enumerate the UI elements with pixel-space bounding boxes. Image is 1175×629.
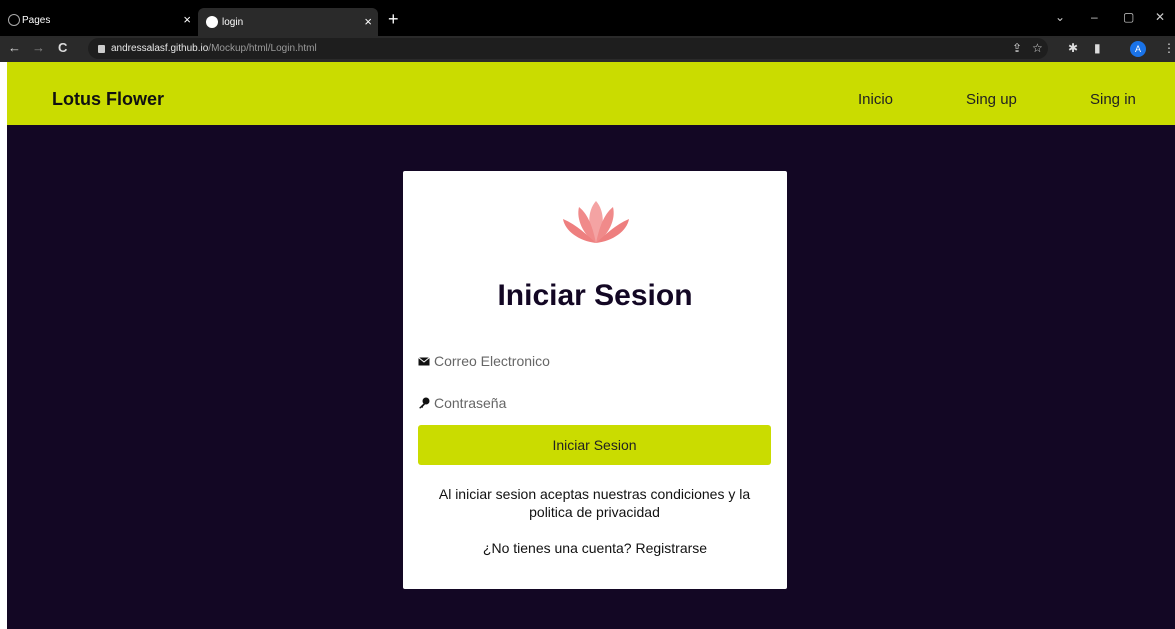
- close-tab-icon[interactable]: ×: [183, 12, 191, 27]
- login-submit-button[interactable]: Iniciar Sesion: [418, 425, 771, 465]
- tab-search-icon[interactable]: ⌄: [1055, 10, 1065, 24]
- site-navbar: Lotus Flower Inicio Sing up Sing in: [7, 62, 1175, 125]
- close-window-button[interactable]: ✕: [1155, 10, 1165, 24]
- reload-button[interactable]: C: [58, 40, 67, 55]
- register-link[interactable]: Registrarse: [635, 540, 707, 556]
- tab-title: Pages: [22, 14, 51, 26]
- key-icon: [419, 397, 430, 409]
- star-icon[interactable]: ☆: [1032, 41, 1043, 55]
- no-account-text: ¿No tienes una cuenta?: [482, 540, 632, 556]
- forward-button[interactable]: →: [32, 40, 45, 55]
- login-card: Iniciar Sesion Iniciar Sesion Al iniciar…: [403, 171, 787, 589]
- signup-prompt: ¿No tienes una cuenta? Registrarse: [403, 540, 787, 556]
- nav-link-sign-in[interactable]: Sing in: [1090, 91, 1136, 108]
- password-field: [418, 389, 770, 417]
- lotus-logo-icon: [563, 201, 629, 243]
- extensions-icon[interactable]: ✱: [1068, 41, 1078, 55]
- browser-tab-strip: Pages × login × + ⌄ – ▢ ✕: [0, 0, 1175, 36]
- address-bar[interactable]: andressalasf.github.io /Mockup/html/Logi…: [88, 38, 1048, 59]
- tab-login[interactable]: login ×: [198, 8, 378, 36]
- restore-button[interactable]: ▢: [1123, 10, 1134, 24]
- menu-icon[interactable]: ⋮: [1163, 41, 1175, 55]
- back-button[interactable]: ←: [8, 40, 21, 55]
- page-body: Lotus Flower Inicio Sing up Sing in Inic…: [7, 62, 1175, 629]
- url-host: andressalasf.github.io: [111, 43, 209, 54]
- login-title: Iniciar Sesion: [497, 279, 693, 312]
- browser-toolbar: ← → C andressalasf.github.io /Mockup/htm…: [0, 36, 1175, 62]
- share-icon[interactable]: ⇪: [1012, 41, 1022, 55]
- url-path: /Mockup/html/Login.html: [208, 43, 317, 54]
- tab-title: login: [222, 16, 244, 28]
- envelope-icon: [418, 357, 430, 366]
- nav-link-inicio[interactable]: Inicio: [858, 91, 893, 108]
- email-input[interactable]: [434, 353, 770, 369]
- password-input[interactable]: [434, 395, 770, 411]
- lock-icon: [98, 44, 105, 53]
- close-tab-icon[interactable]: ×: [364, 14, 372, 29]
- github-icon: [8, 14, 20, 26]
- terms-text: Al iniciar sesion aceptas nuestras condi…: [438, 486, 751, 520]
- email-field: [418, 347, 770, 375]
- side-panel-icon[interactable]: ▮: [1094, 41, 1101, 55]
- tab-pages[interactable]: Pages ×: [0, 8, 197, 32]
- profile-avatar[interactable]: A: [1130, 41, 1146, 57]
- brand-logo[interactable]: Lotus Flower: [52, 89, 164, 110]
- nav-link-sign-up[interactable]: Sing up: [966, 91, 1017, 108]
- minimize-button[interactable]: –: [1091, 10, 1098, 24]
- new-tab-button[interactable]: +: [388, 9, 399, 30]
- globe-icon: [206, 16, 218, 28]
